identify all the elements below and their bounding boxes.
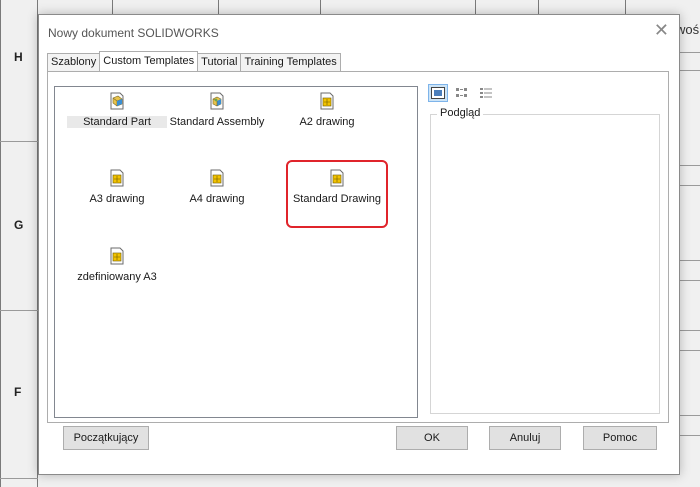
part-icon: [110, 92, 124, 110]
details-view-button[interactable]: [476, 84, 496, 102]
large-icons-view-button[interactable]: [428, 84, 448, 102]
drawing-icon: [210, 169, 224, 187]
list-view-button[interactable]: [452, 84, 472, 102]
template-a4-drawing[interactable]: A4 drawing: [167, 169, 267, 205]
template-standard-part[interactable]: Standard Part: [67, 92, 167, 128]
tab-training-templates[interactable]: Training Templates: [240, 53, 341, 71]
template-label: zdefiniowany A3: [77, 271, 157, 283]
tab-panel: Standard Part Standard Assembly A2 drawi…: [47, 71, 669, 423]
cancel-button[interactable]: Anuluj: [489, 426, 561, 450]
drawing-icon: [110, 169, 124, 187]
large-icons-view-icon: [431, 87, 445, 99]
dialog-title: Nowy dokument SOLIDWORKS: [48, 26, 219, 40]
drawing-icon: [110, 247, 124, 265]
help-button[interactable]: Pomoc: [583, 426, 657, 450]
template-label: Standard Part: [67, 116, 167, 128]
template-label: Standard Assembly: [169, 116, 265, 128]
templates-list: Standard Part Standard Assembly A2 drawi…: [54, 86, 418, 418]
preview-panel: Podgląd: [430, 107, 660, 414]
zone-letter-h: H: [14, 50, 23, 64]
list-view-icon: [456, 88, 467, 97]
new-document-dialog: Nowy dokument SOLIDWORKS ✕ Szablony Cust…: [38, 14, 680, 475]
template-label: A4 drawing: [189, 193, 245, 205]
template-zdefiniowany-a3[interactable]: zdefiniowany A3: [67, 247, 167, 283]
tab-custom-templates[interactable]: Custom Templates: [99, 51, 199, 71]
novice-button[interactable]: Początkujący: [63, 426, 149, 450]
zone-letter-f: F: [14, 385, 22, 399]
view-mode-toolbar: [428, 84, 496, 102]
tab-szablony[interactable]: Szablony: [47, 53, 101, 71]
template-standard-assembly[interactable]: Standard Assembly: [167, 92, 267, 128]
template-a3-drawing[interactable]: A3 drawing: [67, 169, 167, 205]
preview-label: Podgląd: [437, 107, 484, 119]
template-a2-drawing[interactable]: A2 drawing: [277, 92, 377, 128]
assembly-icon: [210, 92, 224, 110]
drawing-icon: [320, 92, 334, 110]
highlight-annotation-box: [286, 160, 388, 228]
ok-button[interactable]: OK: [396, 426, 468, 450]
template-label: A3 drawing: [89, 193, 145, 205]
tab-tutorial[interactable]: Tutorial: [197, 53, 242, 71]
close-icon[interactable]: ✕: [654, 21, 669, 39]
template-label: A2 drawing: [299, 116, 355, 128]
zone-letter-g: G: [14, 218, 24, 232]
details-view-icon: [480, 88, 492, 98]
template-tabs: Szablony Custom Templates Tutorial Train…: [47, 51, 341, 71]
